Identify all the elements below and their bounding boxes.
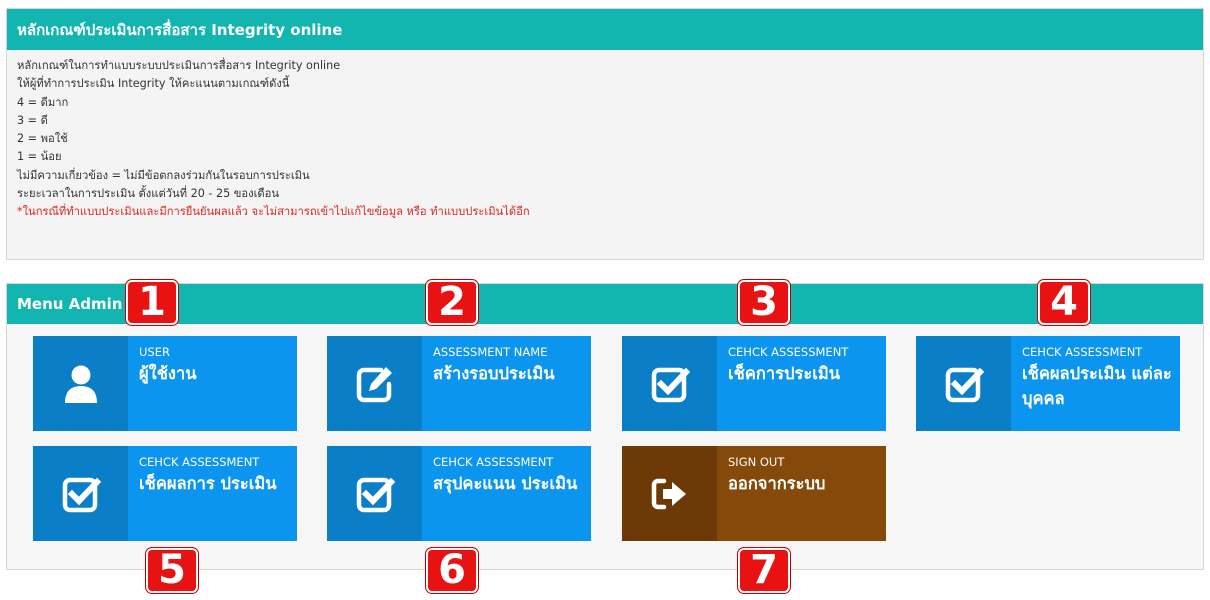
check-results-tile-button[interactable]: CEHCK ASSESSMENT เช็คผลการ ประเมิน: [33, 446, 297, 541]
sign-out-icon: [622, 446, 717, 541]
tile-label: เช็คผลการ ประเมิน: [139, 474, 277, 493]
check-square-icon: [916, 336, 1011, 431]
check-square-icon: [327, 446, 422, 541]
check-square-icon: [622, 336, 717, 431]
criteria-line: ให้ผู้ที่ทำการประเมิน Integrity ให้คะแนน…: [17, 77, 290, 91]
annotation-badge-3: 3: [738, 280, 790, 325]
check-individual-results-tile-button[interactable]: CEHCK ASSESSMENT เช็คผลประเมิน แต่ละบุคค…: [916, 336, 1180, 431]
menu-admin-panel: Menu Admin USER ผู้ใช้งาน ASSESSMENT NAM…: [6, 283, 1204, 570]
criteria-line: 3 = ดี: [17, 113, 48, 127]
annotation-badge-7: 7: [738, 548, 790, 593]
sign-out-tile-button[interactable]: SIGN OUT ออกจากระบบ: [622, 446, 886, 541]
criteria-line: หลักเกณฑ์ในการทำแบบระบบประเมินการสื่อสาร…: [17, 59, 341, 72]
criteria-panel: หลักเกณฑ์ประเมินการสื่อสาร Integrity onl…: [6, 8, 1204, 260]
criteria-line: 4 = ดีมาก: [17, 95, 69, 109]
menu-title: Menu Admin: [7, 284, 1203, 324]
edit-icon: [327, 336, 422, 431]
tile-label: สร้างรอบประเมิน: [433, 364, 555, 383]
tile-label: เช็คการประเมิน: [728, 364, 840, 383]
create-assessment-tile-button[interactable]: ASSESSMENT NAME สร้างรอบประเมิน: [327, 336, 591, 431]
criteria-warning: *ในกรณีที่ทำแบบประเมินและมีการยืนยันผลแล…: [17, 205, 530, 219]
tile-label: ออกจากระบบ: [728, 474, 826, 493]
criteria-line: 2 = พอใช้: [17, 132, 68, 146]
tile-subtitle: SIGN OUT: [728, 455, 785, 469]
annotation-badge-4: 4: [1038, 280, 1090, 325]
tile-subtitle: CEHCK ASSESSMENT: [433, 455, 554, 469]
user-tile-button[interactable]: USER ผู้ใช้งาน: [33, 336, 297, 431]
criteria-line: ระยะเวลาในการประเมิน ตั้งแต่วันที่ 20 - …: [17, 187, 280, 201]
tile-subtitle: CEHCK ASSESSMENT: [1022, 345, 1143, 359]
tile-label: เช็คผลประเมิน แต่ละบุคคล: [1022, 364, 1172, 408]
tile-label: สรุปคะแนน ประเมิน: [433, 474, 578, 493]
check-assessment-tile-button[interactable]: CEHCK ASSESSMENT เช็คการประเมิน: [622, 336, 886, 431]
criteria-line: 1 = น้อย: [17, 150, 62, 164]
criteria-line: ไม่มีความเกี่ยวข้อง = ไม่มีข้อตกลงร่วมกั…: [17, 168, 310, 182]
annotation-badge-1: 1: [126, 280, 178, 325]
tile-subtitle: CEHCK ASSESSMENT: [728, 345, 849, 359]
check-square-icon: [33, 446, 128, 541]
annotation-badge-2: 2: [426, 280, 478, 325]
tile-subtitle: CEHCK ASSESSMENT: [139, 455, 260, 469]
annotation-badge-5: 5: [146, 548, 198, 593]
criteria-body: หลักเกณฑ์ในการทำแบบระบบประเมินการสื่อสาร…: [7, 50, 1203, 222]
criteria-title: หลักเกณฑ์ประเมินการสื่อสาร Integrity onl…: [7, 9, 1203, 50]
annotation-badge-6: 6: [426, 548, 478, 593]
tile-subtitle: USER: [139, 345, 170, 359]
tile-label: ผู้ใช้งาน: [139, 364, 197, 383]
user-icon: [33, 336, 128, 431]
score-summary-tile-button[interactable]: CEHCK ASSESSMENT สรุปคะแนน ประเมิน: [327, 446, 591, 541]
tile-subtitle: ASSESSMENT NAME: [433, 345, 548, 359]
